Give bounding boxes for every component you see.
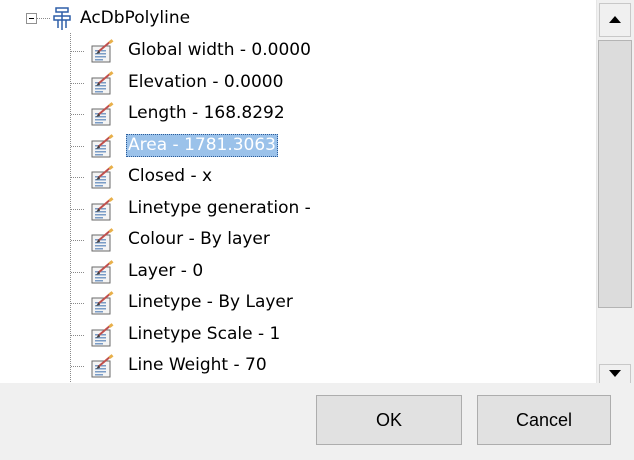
- tree-item[interactable]: Global width - 0.0000: [84, 36, 584, 66]
- tree-item-label[interactable]: Line Weight - 70: [126, 354, 269, 377]
- property-icon: [84, 259, 116, 286]
- property-icon: [84, 354, 116, 380]
- property-icon: [84, 228, 116, 254]
- tree-item-label[interactable]: Linetype generation -: [126, 197, 313, 220]
- dialog-footer: OK Cancel: [0, 383, 634, 460]
- tree-item[interactable]: Elevation - 0.0000: [84, 68, 584, 98]
- tree-item[interactable]: Area - 1781.3063: [84, 131, 584, 161]
- tree-connector-line: [71, 114, 85, 115]
- tree-item[interactable]: Colour - By layer: [84, 225, 584, 255]
- scrollbar-thumb[interactable]: [598, 40, 632, 308]
- property-icon: [84, 322, 116, 349]
- tree-connector-line: [71, 145, 85, 147]
- tree-item[interactable]: Linetype - By Layer: [84, 288, 584, 318]
- tree-item-label[interactable]: Colour - By layer: [126, 228, 272, 251]
- tree-item-label[interactable]: Layer - 0: [126, 260, 205, 283]
- property-tree-panel: AcDbPolyline Global width - 0.0000 Elevat…: [0, 0, 634, 383]
- property-icon: [84, 39, 116, 65]
- cancel-button[interactable]: Cancel: [477, 395, 611, 445]
- property-icon: [84, 165, 116, 191]
- tree-item-label[interactable]: Linetype - By Layer: [126, 291, 295, 314]
- tree-connector-line: [71, 366, 85, 367]
- tree-root-label[interactable]: AcDbPolyline: [80, 7, 190, 29]
- tree-connector-line: [71, 82, 85, 84]
- ok-button[interactable]: OK: [316, 395, 462, 445]
- tree-connector-line: [71, 271, 85, 273]
- tree-item-label[interactable]: Length - 168.8292: [126, 102, 287, 125]
- tree-connector-line: [71, 51, 85, 52]
- property-icon: [84, 70, 116, 97]
- vertical-scrollbar[interactable]: [596, 0, 634, 383]
- tree-connector-line: [71, 208, 85, 210]
- arrow-down-icon: [609, 370, 621, 377]
- property-icon: [84, 196, 116, 223]
- arrow-up-icon: [609, 16, 621, 23]
- scroll-up-button[interactable]: [599, 3, 631, 37]
- tree-item[interactable]: Linetype Scale - 1: [84, 320, 584, 350]
- tree-item[interactable]: Linetype generation -: [84, 194, 584, 224]
- tree-item[interactable]: Length - 168.8292: [84, 99, 584, 129]
- tree-item-label[interactable]: Global width - 0.0000: [126, 39, 313, 62]
- collapse-toggle-icon[interactable]: [26, 13, 37, 24]
- tree-item[interactable]: Layer - 0: [84, 257, 584, 287]
- tree-item-label[interactable]: Area - 1781.3063: [126, 133, 278, 157]
- tree-item-label[interactable]: Linetype Scale - 1: [126, 323, 282, 346]
- tree-connector-line: [71, 177, 85, 178]
- tree-connector-line: [37, 18, 51, 19]
- tree-item-label[interactable]: Elevation - 0.0000: [126, 71, 285, 94]
- tree-connector-line: [71, 240, 85, 241]
- tree-connector-line: [71, 303, 85, 304]
- tree-item[interactable]: Line Weight - 70: [84, 351, 584, 381]
- tree-item[interactable]: Closed - x: [84, 162, 584, 192]
- scroll-down-button[interactable]: [599, 364, 631, 383]
- polyline-entity-icon: [53, 7, 71, 30]
- property-tree[interactable]: AcDbPolyline Global width - 0.0000 Elevat…: [0, 0, 596, 383]
- tree-item-label[interactable]: Closed - x: [126, 165, 214, 188]
- property-icon: [84, 291, 116, 317]
- property-icon: [84, 102, 116, 128]
- property-icon: [84, 133, 116, 160]
- tree-connector-line: [71, 334, 85, 336]
